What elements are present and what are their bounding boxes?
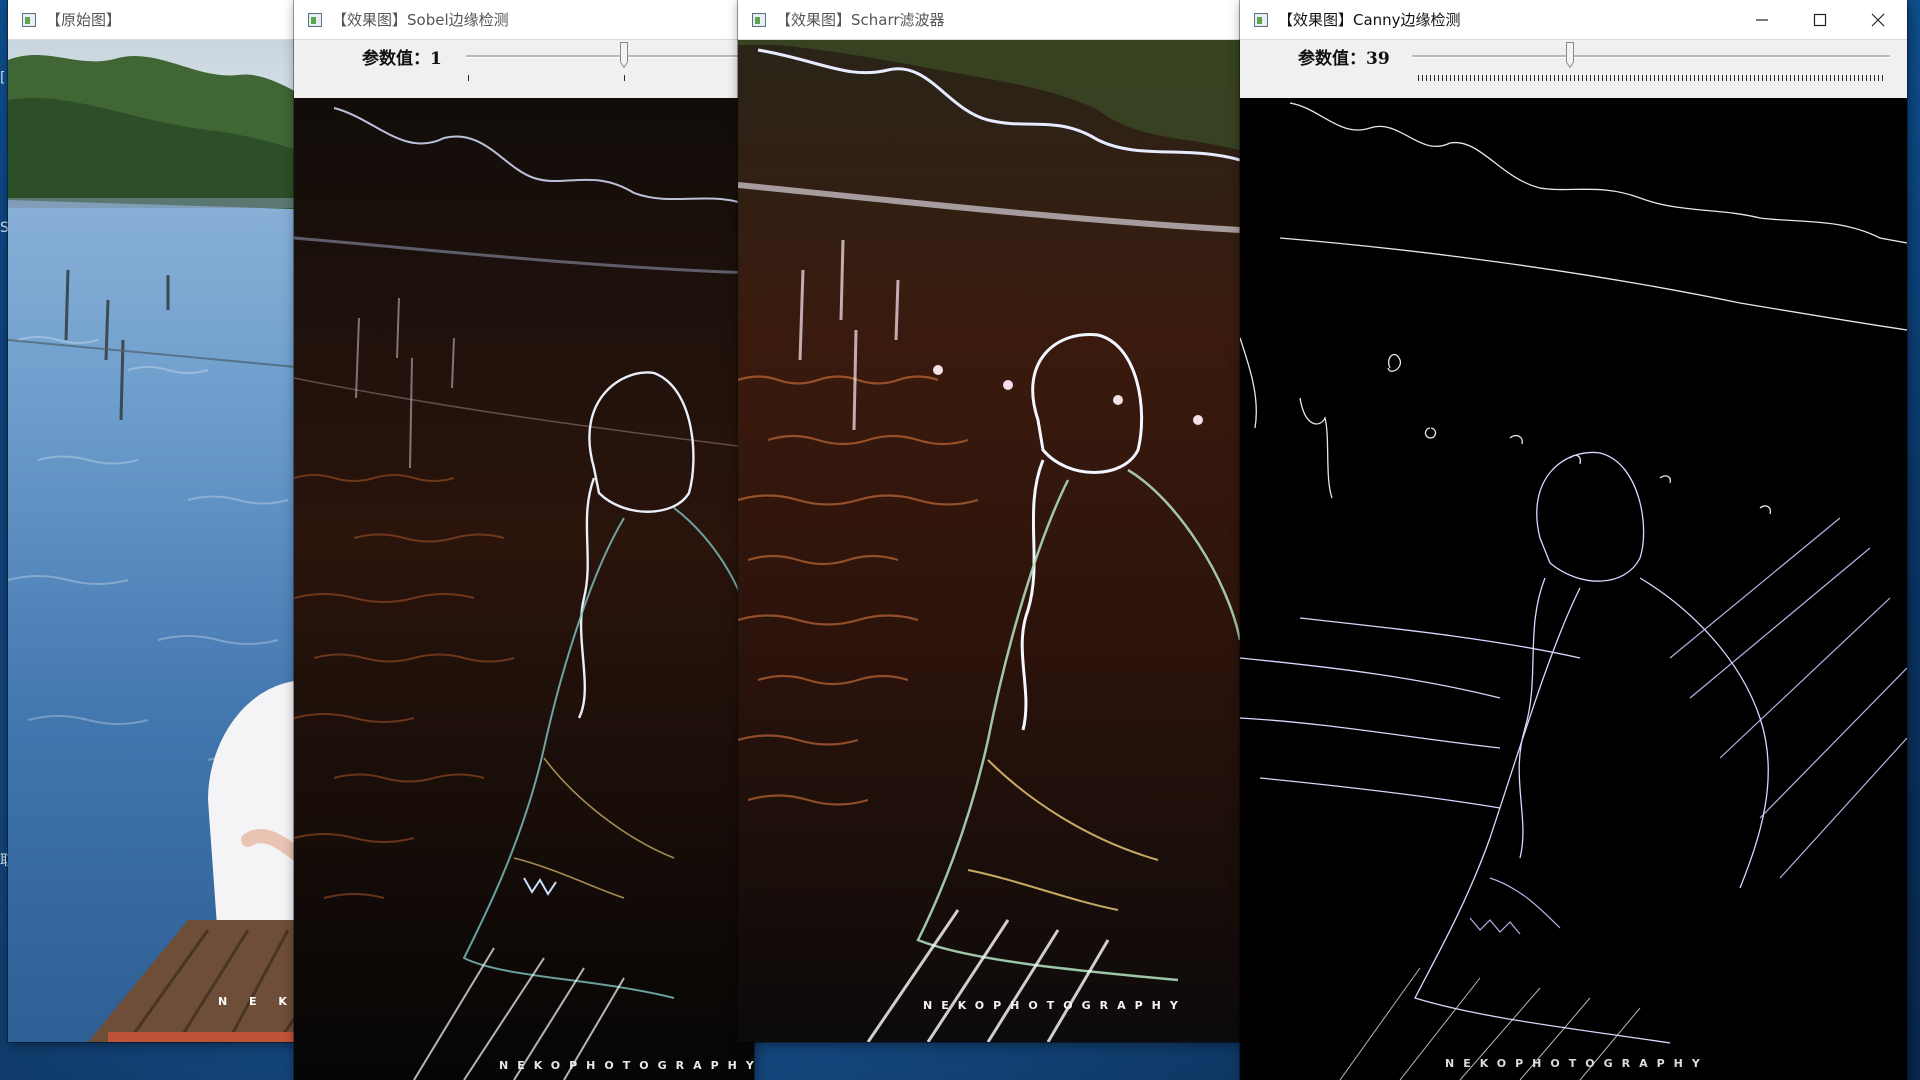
trackbar-label: 参数值：1 [362,49,442,69]
trackbar-value: 39 [1366,49,1390,69]
canny-edge-image: NEKOPHOTOGRAPHY [1240,98,1907,1080]
window-title: 【效果图】Scharr滤波器 [776,11,945,29]
trackbar-panel: 参数值：1 [294,40,754,98]
sobel-edge-image: NEKOPHOTOGRAPHY [294,98,754,1080]
watermark: NEKOPHOTOGRAPHY [1445,1057,1709,1070]
trackbar-panel: 参数值：39 [1240,40,1907,98]
maximize-button[interactable] [1791,0,1849,39]
close-icon [1871,13,1885,26]
titlebar[interactable]: 【原始图】 [8,0,328,40]
titlebar[interactable]: 【效果图】Scharr滤波器 [738,0,1240,40]
trackbar-value: 1 [430,49,442,69]
watermark: NEKOPHOTOGRAPHY [499,1059,754,1072]
trackbar-thumb[interactable] [1566,42,1574,68]
window-sobel[interactable]: 【效果图】Sobel边缘检测 参数值：1 NEKOPHOTOGRAPHY [294,0,754,1080]
minimize-button[interactable] [1733,0,1791,39]
titlebar[interactable]: 【效果图】Sobel边缘检测 [294,0,754,40]
original-image: N E K O [8,40,328,1042]
minimize-icon [1756,18,1768,21]
opencv-window-icon [1252,11,1270,29]
trackbar-slider[interactable] [466,42,754,86]
opencv-window-icon [20,11,38,29]
opencv-window-icon [750,11,768,29]
window-title: 【原始图】 [46,11,122,29]
scharr-edge-image: NEKOPHOTOGRAPHY [738,40,1240,1042]
close-button[interactable] [1849,0,1907,39]
opencv-window-icon [306,11,324,29]
window-canny[interactable]: 【效果图】Canny边缘检测 参数值：39 NEKOPHOTOGRAPHY [1240,0,1907,1080]
watermark: NEKOPHOTOGRAPHY [923,999,1187,1012]
trackbar-slider[interactable] [1412,42,1890,86]
window-scharr[interactable]: 【效果图】Scharr滤波器 NEKOPHOTOGRAPHY [738,0,1240,1042]
window-title: 【效果图】Sobel边缘检测 [332,11,509,29]
window-original[interactable]: 【原始图】 N E K O [8,0,328,1042]
maximize-icon [1813,13,1827,26]
trackbar-thumb[interactable] [620,42,628,68]
window-title: 【效果图】Canny边缘检测 [1278,11,1461,29]
trackbar-label: 参数值：39 [1298,49,1390,69]
